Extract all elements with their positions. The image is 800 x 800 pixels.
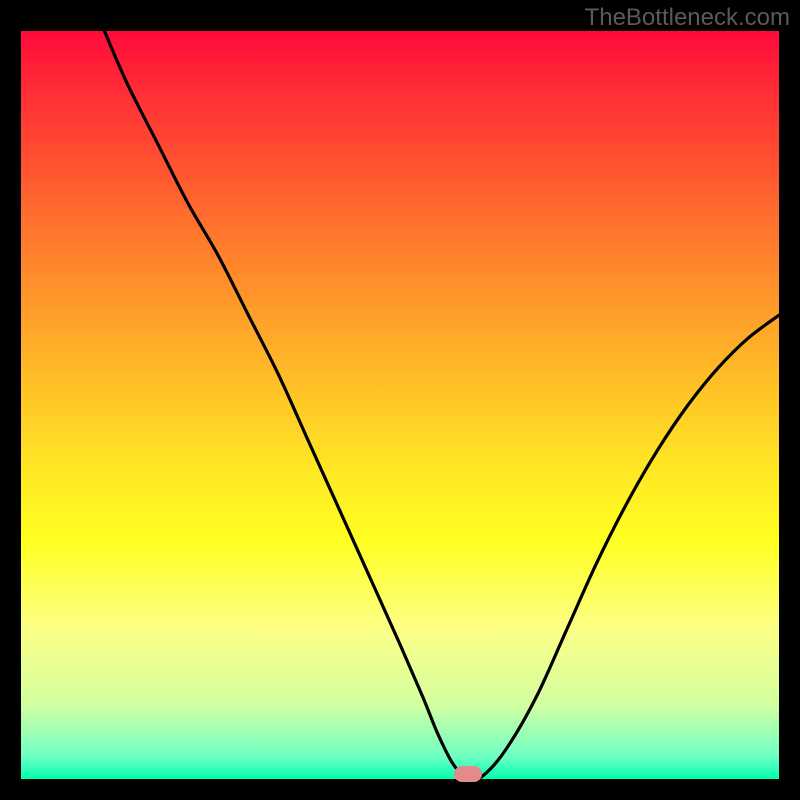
chart-frame: { "attribution": "TheBottleneck.com", "p…: [0, 0, 800, 800]
optimum-marker: [454, 766, 482, 782]
attribution-text: TheBottleneck.com: [585, 4, 790, 32]
bottleneck-curve: [21, 31, 779, 779]
